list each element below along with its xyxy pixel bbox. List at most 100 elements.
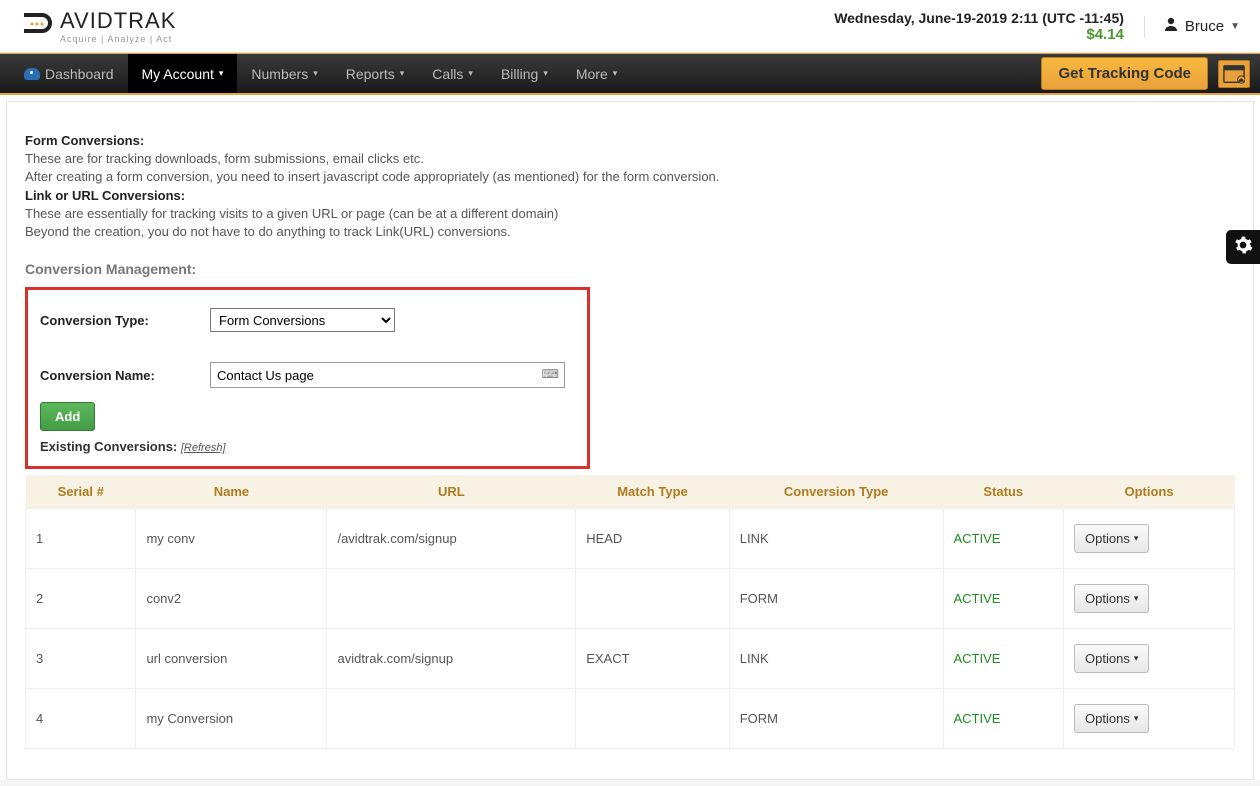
- intro-line-3: These are essentially for tracking visit…: [25, 206, 558, 221]
- status-badge: ACTIVE: [954, 711, 1001, 726]
- caret-down-icon: ▾: [543, 68, 548, 79]
- nav-my-account[interactable]: My Account▾: [128, 54, 238, 93]
- cell-url: /avidtrak.com/signup: [327, 509, 576, 569]
- nav-more[interactable]: More ▾: [562, 54, 631, 93]
- user-menu[interactable]: Bruce ▼: [1144, 16, 1240, 37]
- nav-calls-label: Calls: [432, 66, 463, 82]
- cell-options: Options▾: [1064, 509, 1235, 569]
- logo-icon: [20, 11, 54, 42]
- nav-reports-label: Reports: [346, 66, 395, 82]
- form-conversions-heading: Form Conversions:: [25, 133, 144, 148]
- cell-match: EXACT: [576, 629, 730, 689]
- table-row: 2conv2FORMACTIVEOptions▾: [26, 569, 1235, 629]
- header-datetime: Wednesday, June-19-2019 2:11 (UTC -11:45…: [834, 10, 1124, 26]
- nav-home-icon-button[interactable]: [1218, 60, 1250, 88]
- nav-dashboard[interactable]: Dashboard: [10, 54, 128, 93]
- col-match: Match Type: [576, 475, 730, 509]
- col-serial: Serial #: [26, 475, 136, 509]
- intro-line-2: After creating a form conversion, you ne…: [25, 169, 719, 184]
- caret-down-icon: ▾: [1134, 593, 1139, 604]
- add-button[interactable]: Add: [40, 402, 95, 431]
- cell-options: Options▾: [1064, 629, 1235, 689]
- user-name: Bruce: [1185, 18, 1224, 35]
- col-name: Name: [136, 475, 327, 509]
- caret-down-icon: ▼: [1230, 21, 1240, 32]
- person-icon: [1163, 16, 1179, 37]
- window-home-icon: [1223, 64, 1245, 84]
- options-button[interactable]: Options▾: [1074, 644, 1149, 673]
- caret-down-icon: ▾: [219, 68, 224, 79]
- nav-numbers[interactable]: Numbers▾: [237, 54, 331, 93]
- nav-numbers-label: Numbers: [251, 66, 308, 82]
- intro-line-4: Beyond the creation, you do not have to …: [25, 224, 511, 239]
- main-content: Form Conversions: These are for tracking…: [6, 101, 1254, 780]
- gear-icon: [1233, 235, 1253, 260]
- cell-match: HEAD: [576, 509, 730, 569]
- header-balance: $4.14: [834, 26, 1124, 43]
- options-button[interactable]: Options▾: [1074, 704, 1149, 733]
- nav-reports[interactable]: Reports▾: [332, 54, 419, 93]
- nav-dashboard-label: Dashboard: [45, 66, 114, 82]
- brand-logo[interactable]: AVIDTRAK Acquire | Analyze | Act: [20, 8, 176, 44]
- cell-options: Options▾: [1064, 569, 1235, 629]
- options-button[interactable]: Options▾: [1074, 584, 1149, 613]
- caret-down-icon: ▾: [468, 68, 473, 79]
- conversion-name-input[interactable]: [210, 362, 565, 388]
- cell-serial: 1: [26, 509, 136, 569]
- cell-serial: 2: [26, 569, 136, 629]
- dashboard-icon: [24, 68, 40, 80]
- get-tracking-code-button[interactable]: Get Tracking Code: [1041, 57, 1208, 90]
- conversion-management-title: Conversion Management:: [25, 261, 1235, 277]
- options-button[interactable]: Options▾: [1074, 524, 1149, 553]
- nav-calls[interactable]: Calls ▾: [418, 54, 487, 93]
- nav-more-label: More: [576, 66, 608, 82]
- settings-side-tab[interactable]: [1226, 230, 1260, 264]
- conversion-type-select[interactable]: Form Conversions: [210, 308, 395, 332]
- cell-status: ACTIVE: [943, 509, 1064, 569]
- nav-billing[interactable]: Billing ▾: [487, 54, 562, 93]
- caret-down-icon: ▾: [1134, 653, 1139, 664]
- cell-name: url conversion: [136, 629, 327, 689]
- cell-options: Options▾: [1064, 689, 1235, 749]
- table-row: 4my Conversion FORM ACTIVE Options▾: [26, 689, 1235, 749]
- existing-conversions-text: Existing Conversions:: [40, 439, 177, 454]
- cell-url: avidtrak.com/signup: [327, 629, 576, 689]
- cell-status: ACTIVE: [943, 629, 1064, 689]
- main-navbar: Dashboard My Account▾ Numbers▾ Reports▾ …: [0, 53, 1260, 95]
- cell-status: ACTIVE: [943, 689, 1064, 749]
- caret-down-icon: ▾: [1134, 533, 1139, 544]
- brand-tagline: Acquire | Analyze | Act: [60, 34, 176, 44]
- status-badge: ACTIVE: [954, 591, 1001, 606]
- cell-url: [327, 689, 576, 749]
- table-header-row: Serial # Name URL Match Type Conversion …: [26, 475, 1235, 509]
- intro-text: Form Conversions: These are for tracking…: [25, 132, 1235, 241]
- cell-ctype: FORM: [729, 569, 943, 629]
- status-badge: ACTIVE: [954, 651, 1001, 666]
- top-bar: AVIDTRAK Acquire | Analyze | Act Wednesd…: [0, 0, 1260, 53]
- status-badge: ACTIVE: [954, 531, 1001, 546]
- cell-match: [576, 569, 730, 629]
- table-row: 1my conv/avidtrak.com/signupHEADLINK ACTI…: [26, 509, 1235, 569]
- cell-name: my conv: [136, 509, 327, 569]
- conversion-type-label: Conversion Type:: [40, 313, 180, 328]
- caret-down-icon: ▾: [1134, 713, 1139, 724]
- nav-billing-label: Billing: [501, 66, 538, 82]
- col-options: Options: [1064, 475, 1235, 509]
- cell-ctype: LINK: [729, 629, 943, 689]
- brand-name: AVIDTRAK: [60, 8, 176, 34]
- existing-conversions-label: Existing Conversions: [Refresh]: [40, 439, 575, 454]
- conversions-table: Serial # Name URL Match Type Conversion …: [25, 475, 1235, 749]
- cell-name: my Conversion: [136, 689, 327, 749]
- cell-ctype: LINK: [729, 509, 943, 569]
- link-conversions-heading: Link or URL Conversions:: [25, 188, 185, 203]
- keyboard-icon: ⌨: [542, 367, 559, 381]
- conversion-name-label: Conversion Name:: [40, 368, 180, 383]
- cell-ctype: FORM: [729, 689, 943, 749]
- intro-line-1: These are for tracking downloads, form s…: [25, 151, 424, 166]
- table-row: 3url conversionavidtrak.com/signupEXACTL…: [26, 629, 1235, 689]
- refresh-link[interactable]: [Refresh]: [181, 442, 226, 454]
- caret-down-icon: ▾: [613, 68, 618, 79]
- conversion-form-highlight: Conversion Type: Form Conversions Conver…: [25, 287, 590, 469]
- cell-serial: 4: [26, 689, 136, 749]
- col-url: URL: [327, 475, 576, 509]
